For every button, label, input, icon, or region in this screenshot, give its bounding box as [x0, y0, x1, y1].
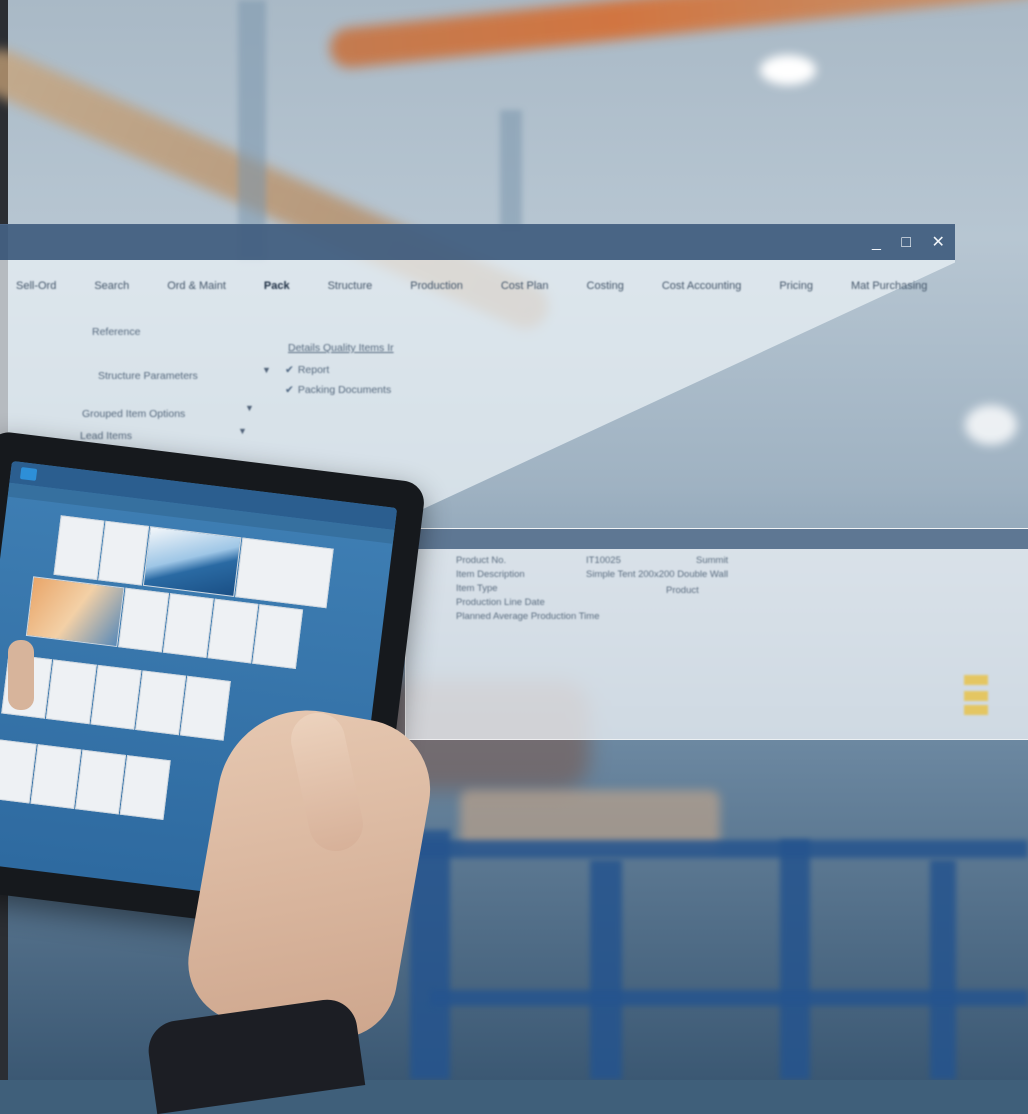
dialog-field-label: Item Description: [456, 569, 525, 580]
left-hand: [8, 640, 34, 710]
orange-beam: [327, 0, 1028, 70]
launchpad-tile[interactable]: [135, 670, 187, 736]
grouped-items-label: Grouped Item Options: [82, 408, 186, 420]
ceiling-light: [965, 405, 1017, 445]
dialog-field-label: Planned Average Production Time: [456, 611, 600, 622]
dialog-field-value[interactable]: Summit: [696, 555, 728, 566]
dropdown-arrow-icon[interactable]: ▼: [238, 425, 247, 437]
structure-field-label: Structure Parameters: [98, 370, 198, 382]
launchpad-tile[interactable]: [90, 664, 142, 730]
menu-item[interactable]: Sell-Ord: [16, 280, 56, 292]
dialog-field-label: Item Type: [456, 583, 498, 594]
dropdown-arrow-icon[interactable]: ▼: [262, 364, 271, 376]
details-link[interactable]: Details Quality Items Ir: [288, 342, 394, 354]
app-logo-icon: [19, 467, 38, 481]
launchpad-tile[interactable]: [98, 520, 150, 586]
shelf-post: [590, 860, 622, 1080]
status-marker: [964, 675, 988, 685]
section-label: Reference: [92, 326, 141, 338]
support-column: [500, 110, 522, 230]
menu-item[interactable]: Ord & Maint: [167, 280, 226, 292]
dialog-titlebar: [406, 529, 1028, 549]
lead-items-label: Lead Items: [80, 430, 132, 442]
window-controls[interactable]: _ □ ✕: [872, 232, 953, 252]
menu-item-active[interactable]: Pack: [264, 280, 290, 292]
status-marker: [964, 691, 988, 701]
launchpad-tile[interactable]: [207, 598, 259, 664]
shelf-post: [930, 860, 956, 1080]
dialog-field-value[interactable]: Simple Tent 200x200 Double Wall: [586, 569, 728, 580]
launchpad-tile[interactable]: [53, 515, 105, 581]
item-dialog: Product No. Item Description Item Type P…: [405, 528, 1028, 740]
report-checkbox-label: Report: [297, 364, 330, 376]
launchpad-image-tile[interactable]: [142, 526, 242, 597]
report-checkbox[interactable]: ✔ Report: [285, 364, 329, 376]
dropdown-arrow-icon[interactable]: ▼: [245, 402, 254, 414]
launchpad-image-tile[interactable]: [25, 576, 125, 648]
menu-item[interactable]: Cost Accounting: [662, 280, 742, 292]
dialog-field-value[interactable]: Product: [666, 585, 699, 596]
menu-item[interactable]: Search: [94, 280, 129, 292]
window-titlebar: [0, 224, 955, 260]
menu-item[interactable]: Costing: [587, 280, 624, 292]
launchpad-tile[interactable]: [179, 675, 231, 741]
support-column: [238, 0, 266, 260]
window-menu-bar: Sell-Ord Search Ord & Maint Pack Structu…: [16, 280, 927, 292]
launchpad-tile[interactable]: [162, 593, 214, 659]
ceiling-light: [760, 55, 816, 85]
menu-item[interactable]: Mat Purchasing: [851, 280, 927, 292]
menu-item[interactable]: Structure: [328, 280, 373, 292]
shelf-beam: [410, 840, 1028, 858]
launchpad-tile[interactable]: [235, 537, 334, 609]
launchpad-tile[interactable]: [75, 749, 127, 815]
dialog-field-label: Product No.: [456, 555, 507, 566]
packing-checkbox-label: Packing Documents: [297, 384, 392, 396]
launchpad-tile[interactable]: [118, 587, 170, 653]
shelf-beam: [430, 990, 1028, 1006]
launchpad-tile[interactable]: [30, 744, 82, 810]
packing-checkbox[interactable]: ✔ Packing Documents: [285, 384, 391, 396]
menu-item[interactable]: Production: [410, 280, 463, 292]
launchpad-tile[interactable]: [119, 755, 171, 820]
launchpad-tile[interactable]: [45, 659, 97, 725]
dialog-field-value[interactable]: IT10025: [586, 555, 621, 566]
shelf-post: [780, 840, 810, 1080]
menu-item[interactable]: Cost Plan: [501, 280, 549, 292]
dialog-field-label: Production Line Date: [456, 597, 545, 608]
launchpad-tile[interactable]: [252, 604, 304, 669]
menu-item[interactable]: Pricing: [779, 280, 813, 292]
status-marker: [964, 705, 988, 715]
